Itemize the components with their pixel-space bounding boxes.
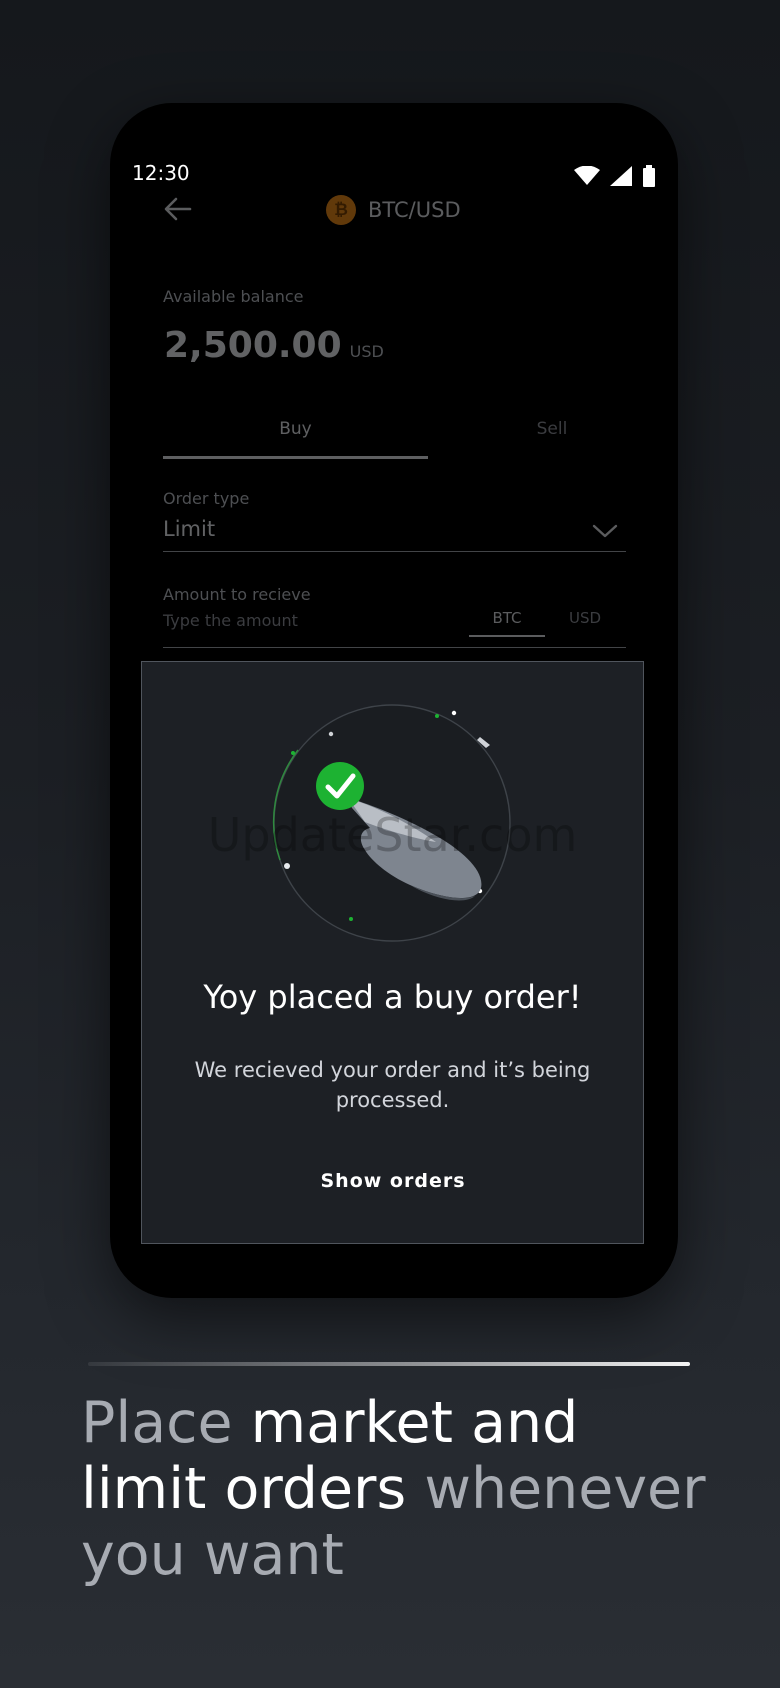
order-success-illustration xyxy=(272,704,511,942)
show-orders-button[interactable]: Show orders xyxy=(288,1162,498,1206)
headline-part-1: Place xyxy=(81,1390,251,1456)
balance-label: Available balance xyxy=(163,287,304,306)
order-confirmation-dialog: UpdateStar.com Yoy placed a buy order! W… xyxy=(141,661,644,1244)
headline-part-3: limit orders xyxy=(81,1456,407,1522)
tab-buy[interactable]: Buy xyxy=(163,409,428,459)
balance: 2,500.00 USD xyxy=(164,325,384,366)
tab-sell[interactable]: Sell xyxy=(428,409,676,459)
promo-headline: Place market and limit orders whenever you… xyxy=(81,1390,761,1588)
dialog-title: Yoy placed a buy order! xyxy=(203,978,582,1016)
amount-underline xyxy=(163,647,626,648)
bitcoin-icon: ₿ xyxy=(326,195,356,225)
headline-part-4: whenever xyxy=(406,1456,706,1522)
dialog-message: We recieved your order and it’s being pr… xyxy=(194,1058,591,1112)
headline-part-2: market and xyxy=(250,1390,579,1456)
balance-currency: USD xyxy=(349,342,384,361)
currency-toggle-btc[interactable]: BTC xyxy=(469,603,545,637)
back-arrow-icon[interactable] xyxy=(162,193,194,225)
phone-frame: 12:30 ₿ BTC/USD Available balance 2,500.… xyxy=(110,103,678,1298)
amount-input[interactable]: Type the amount xyxy=(163,611,453,630)
pair-label: BTC/USD xyxy=(368,198,461,222)
currency-toggle-usd[interactable]: USD xyxy=(550,603,620,637)
pair-title: ₿ BTC/USD xyxy=(326,195,461,225)
order-type-label: Order type xyxy=(163,489,250,508)
order-type-select[interactable]: Limit xyxy=(163,513,626,552)
balance-value: 2,500.00 xyxy=(164,325,342,366)
headline-divider xyxy=(88,1362,690,1366)
headline-part-5: you want xyxy=(81,1522,344,1588)
chevron-down-icon xyxy=(592,524,618,538)
order-type-value: Limit xyxy=(163,517,216,541)
amount-label: Amount to recieve xyxy=(163,585,311,604)
app-bar: ₿ BTC/USD xyxy=(110,185,678,235)
